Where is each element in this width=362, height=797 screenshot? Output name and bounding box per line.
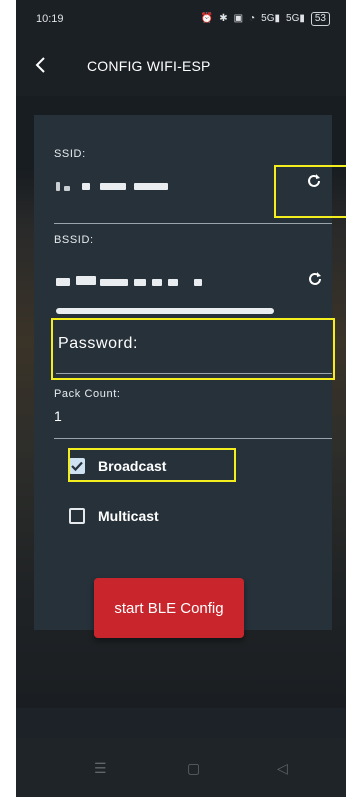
page-title: CONFIG WIFI-ESP (87, 58, 211, 74)
checkbox-unchecked-icon (69, 508, 85, 524)
navigation-bar: ☰ ▢ ◁ (16, 738, 346, 797)
bssid-refresh-button[interactable] (302, 266, 328, 292)
status-time: 10:19 (36, 13, 64, 25)
back-triangle-icon[interactable]: ◁ (277, 760, 288, 777)
battery-icon: 53 (310, 12, 330, 26)
status-bar: 10:19 ⏰ ✱ ▣ ◔ 5G▮ 5G▮ 53 (16, 0, 346, 40)
multicast-label: Multicast (98, 508, 159, 524)
back-icon[interactable] (30, 54, 52, 76)
app-bar: CONFIG WIFI-ESP (16, 40, 346, 96)
highlight-box (51, 318, 335, 380)
pack-count-underline (54, 438, 332, 439)
highlight-box (68, 448, 236, 482)
start-ble-config-button[interactable]: start BLE Config (94, 578, 244, 638)
ssid-label: SSID: (54, 148, 86, 160)
wifi-icon: ◔ (249, 13, 256, 24)
menu-icon[interactable]: ☰ (94, 760, 107, 777)
bssid-underline (56, 308, 274, 314)
pack-count-label: Pack Count: (54, 388, 121, 400)
signal-icon: 5G▮ (286, 13, 305, 24)
nfc-icon: ▣ (233, 13, 244, 24)
signal-icon: 5G▮ (261, 13, 281, 24)
phone-screen: 10:19 ⏰ ✱ ▣ ◔ 5G▮ 5G▮ 53 CONFIG WIFI-ESP… (16, 0, 346, 797)
alarm-icon: ⏰ (200, 13, 214, 24)
status-icons: ⏰ ✱ ▣ ◔ 5G▮ 5G▮ 53 (201, 12, 330, 26)
refresh-icon (309, 272, 321, 285)
bssid-label: BSSID: (54, 234, 94, 246)
bluetooth-icon: ✱ (219, 13, 228, 24)
multicast-checkbox[interactable]: Multicast (66, 500, 236, 532)
pack-count-input[interactable]: 1 (54, 408, 62, 424)
bssid-field[interactable] (54, 262, 294, 302)
highlight-box (274, 165, 346, 218)
ssid-underline (54, 223, 332, 224)
home-icon[interactable]: ▢ (187, 760, 200, 777)
